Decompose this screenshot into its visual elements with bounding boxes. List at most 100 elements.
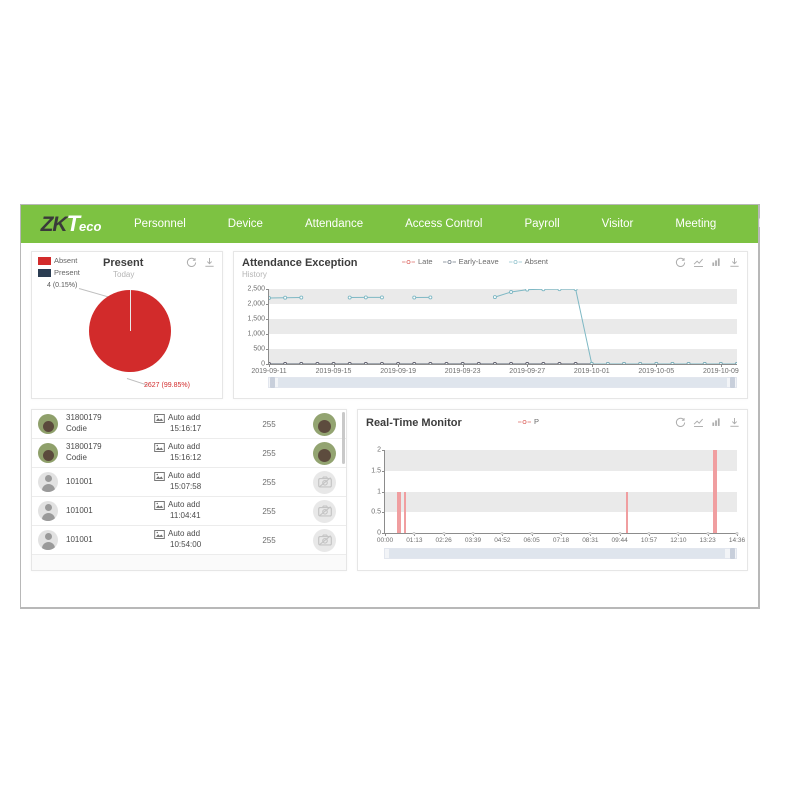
- nav-item-mtd[interactable]: MTD: [737, 205, 800, 243]
- nav-item-meeting[interactable]: Meeting: [654, 205, 737, 243]
- series-point[interactable]: [283, 295, 288, 300]
- series-point[interactable]: [363, 362, 368, 365]
- line-chart-icon[interactable]: [693, 417, 704, 428]
- series-point[interactable]: [299, 362, 304, 365]
- dashboard-row-top: Absent Present Present Today 4 (0.15%) 2…: [31, 251, 748, 399]
- attendance-record-row[interactable]: [32, 555, 346, 570]
- record-capture-thumbnail[interactable]: [313, 528, 336, 552]
- nav-item-personnel[interactable]: Personnel: [113, 205, 207, 243]
- series-point[interactable]: [654, 362, 659, 365]
- attendance-record-row[interactable]: 101001 Auto add 10:54:00 255: [32, 526, 346, 555]
- series-point[interactable]: [396, 362, 401, 365]
- series-point[interactable]: [589, 362, 594, 365]
- monitor-bar[interactable]: [404, 491, 407, 533]
- series-point[interactable]: [702, 362, 707, 365]
- datazoom-window[interactable]: [278, 378, 727, 387]
- series-point[interactable]: [718, 362, 723, 365]
- refresh-icon[interactable]: [675, 417, 686, 428]
- record-capture-thumbnail[interactable]: [313, 499, 336, 523]
- series-point[interactable]: [347, 362, 352, 365]
- record-capture-thumbnail[interactable]: [313, 470, 336, 494]
- download-icon[interactable]: [729, 257, 740, 268]
- series-point[interactable]: [412, 295, 417, 300]
- series-point[interactable]: [460, 362, 465, 365]
- record-capture-thumbnail[interactable]: [313, 412, 336, 436]
- series-point[interactable]: [380, 295, 384, 300]
- legend-item-early-leave[interactable]: Early-Leave: [442, 257, 499, 266]
- series-point[interactable]: [573, 362, 578, 365]
- series-point[interactable]: [412, 362, 417, 365]
- series-point[interactable]: [363, 295, 368, 300]
- series-point[interactable]: [444, 362, 449, 365]
- attendance-record-row[interactable]: 31800179 Codie Auto add 15:16:17 255: [32, 410, 346, 439]
- exception-datazoom-slider[interactable]: [268, 377, 737, 388]
- pie-slice-absent[interactable]: [89, 290, 171, 372]
- series-point[interactable]: [380, 362, 384, 365]
- series-point[interactable]: [315, 362, 320, 365]
- record-capture-thumbnail[interactable]: [313, 441, 336, 465]
- series-point[interactable]: [622, 362, 626, 365]
- series-point[interactable]: [670, 362, 675, 365]
- series-point[interactable]: [347, 295, 352, 300]
- refresh-icon[interactable]: [186, 257, 197, 268]
- bar-chart-icon[interactable]: [711, 257, 722, 268]
- series-point[interactable]: [557, 289, 562, 292]
- series-point[interactable]: [638, 362, 643, 365]
- series-point[interactable]: [269, 362, 271, 365]
- nav-item-access-control[interactable]: Access Control: [384, 205, 503, 243]
- monitor-bar[interactable]: [399, 491, 402, 533]
- series-point[interactable]: [509, 362, 514, 365]
- series-point[interactable]: [299, 295, 304, 300]
- series-point[interactable]: [492, 295, 497, 300]
- series-point[interactable]: [735, 362, 738, 365]
- picture-icon: [154, 414, 165, 424]
- attendance-record-row[interactable]: 31800179 Codie Auto add 15:16:12 255: [32, 439, 346, 468]
- monitor-bar[interactable]: [626, 491, 629, 533]
- monitor-datazoom-slider[interactable]: [384, 548, 737, 559]
- picture-icon: [154, 530, 165, 540]
- series-point[interactable]: [492, 362, 497, 365]
- series-point[interactable]: [557, 362, 562, 365]
- datazoom-handle-left[interactable]: [270, 377, 275, 388]
- series-point[interactable]: [331, 362, 336, 365]
- attendance-record-row[interactable]: 101001 Auto add 11:04:41 255: [32, 497, 346, 526]
- series-point[interactable]: [428, 295, 433, 300]
- nav-item-visitor[interactable]: Visitor: [581, 205, 655, 243]
- nav-item-payroll[interactable]: Payroll: [503, 205, 580, 243]
- series-point[interactable]: [428, 362, 433, 365]
- nav-item-attendance[interactable]: Attendance: [284, 205, 384, 243]
- series-point[interactable]: [476, 362, 481, 365]
- legend-item-present[interactable]: Present: [38, 268, 80, 277]
- datazoom-handle-right[interactable]: [730, 548, 735, 559]
- legend-item-absent[interactable]: Absent: [38, 256, 80, 265]
- datazoom-window[interactable]: [388, 549, 726, 558]
- series-point[interactable]: [509, 290, 514, 294]
- refresh-icon[interactable]: [675, 257, 686, 268]
- series-point[interactable]: [283, 362, 288, 365]
- series-point[interactable]: [605, 362, 610, 365]
- legend-item-late[interactable]: Late: [402, 257, 433, 266]
- download-icon[interactable]: [204, 257, 215, 268]
- series-point[interactable]: [541, 289, 546, 292]
- application-window: ZKTeco Personnel Device Attendance Acces…: [20, 204, 783, 609]
- bar-chart-icon[interactable]: [711, 417, 722, 428]
- attendance-record-row[interactable]: 101001 Auto add 15:07:58 255: [32, 468, 346, 497]
- datazoom-handle-right[interactable]: [730, 377, 735, 388]
- monitor-plot-area[interactable]: 0 0.5 1 1.5 2 00:00 01:13 02:26 03:39 04:52 06:05 0…: [371, 447, 745, 545]
- monitor-bar[interactable]: [715, 450, 718, 533]
- line-chart-icon[interactable]: [693, 257, 704, 268]
- records-list-scrollbar[interactable]: [342, 412, 345, 464]
- download-icon[interactable]: [729, 417, 740, 428]
- attendance-records-list[interactable]: 31800179 Codie Auto add 15:16:17 255 31800179…: [32, 410, 346, 570]
- series-point[interactable]: [269, 296, 271, 300]
- series-point[interactable]: [541, 362, 546, 365]
- series-point[interactable]: [686, 362, 691, 365]
- legend-item-p[interactable]: P: [518, 417, 539, 426]
- legend-item-absent-line[interactable]: Absent: [508, 257, 548, 266]
- zkteco-logo[interactable]: ZKTeco: [21, 205, 113, 243]
- exception-plot-area[interactable]: 0 500 1,000 1,500 2,000 2,500 2019-09-11 2019-0…: [247, 286, 738, 376]
- series-point[interactable]: [573, 289, 578, 291]
- series-point[interactable]: [525, 362, 530, 365]
- nav-item-device[interactable]: Device: [207, 205, 284, 243]
- series-point[interactable]: [525, 289, 530, 292]
